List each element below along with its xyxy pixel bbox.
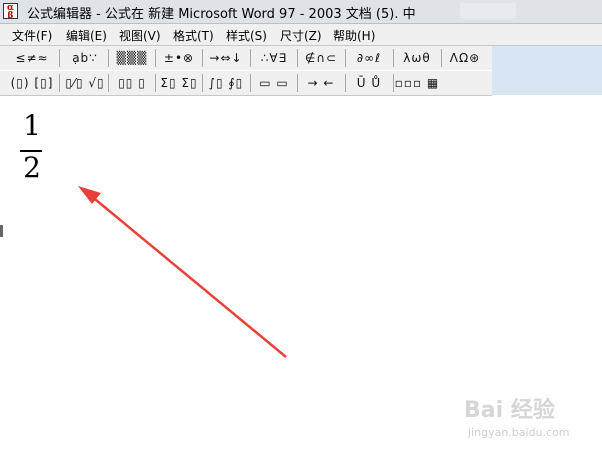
watermark-url: jingyan.baidu.com [468,426,570,439]
watermark-text: Bai 经验 [464,398,555,423]
baidu-jingyan-watermark: Bai 经验 jingyan.baidu.com [458,386,598,450]
arrow-shaft [89,194,287,358]
window-edge-marker [0,225,3,237]
